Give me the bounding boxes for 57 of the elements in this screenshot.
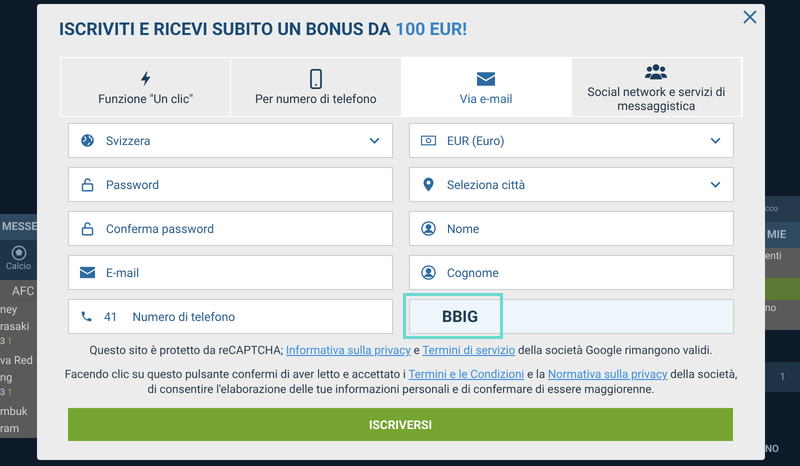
text-input[interactable]: E-mail bbox=[106, 264, 381, 282]
close-icon bbox=[741, 8, 759, 26]
info-text: enti bbox=[765, 248, 800, 278]
globe-icon bbox=[80, 133, 95, 148]
phone-input[interactable]: Numero di telefono bbox=[132, 308, 381, 326]
input-field[interactable]: Conferma password bbox=[68, 211, 393, 246]
team-name: va Red bbox=[0, 353, 37, 370]
banknote-icon bbox=[421, 133, 436, 148]
team-name: mbuk bbox=[0, 404, 37, 421]
country-code: 41 bbox=[104, 308, 118, 326]
user-icon bbox=[421, 265, 436, 280]
team-name: rasaki bbox=[0, 319, 37, 336]
text-input[interactable]: Nome bbox=[447, 220, 722, 238]
input-field[interactable]: Cognome bbox=[409, 255, 734, 290]
text-input[interactable]: Cognome bbox=[447, 264, 722, 282]
input-field[interactable]: Password bbox=[68, 167, 393, 202]
select-field[interactable]: Seleziona città bbox=[409, 167, 734, 202]
info-text: no bbox=[765, 300, 800, 330]
team-name: ng bbox=[0, 370, 37, 387]
phone-icon bbox=[80, 310, 93, 323]
input-field[interactable]: E-mail bbox=[68, 255, 393, 290]
envelope-icon bbox=[80, 265, 95, 280]
team-name: ney bbox=[0, 302, 37, 319]
select-value: Svizzera bbox=[106, 132, 152, 150]
phone-field[interactable]: 41 Numero di telefono bbox=[68, 299, 393, 334]
recaptcha-notice: Questo sito è protetto da reCAPTCHA; Informativa sulla privacy e Termini di servizio della società Google rimangono validi. bbox=[88, 343, 714, 358]
lock-icon bbox=[80, 177, 95, 192]
sport-label: Calcio bbox=[6, 261, 31, 274]
captcha-field[interactable]: BBIG bbox=[409, 299, 734, 334]
close-button[interactable] bbox=[741, 8, 759, 26]
text-input[interactable]: Conferma password bbox=[106, 220, 381, 238]
lock-icon bbox=[80, 221, 95, 236]
select-value: Seleziona città bbox=[447, 176, 526, 194]
select-field[interactable]: EUR (Euro) bbox=[409, 123, 734, 158]
signup-method-tab[interactable]: Via e-mail bbox=[402, 58, 572, 116]
deposit-bar bbox=[765, 278, 800, 300]
footer-label: NO bbox=[765, 443, 780, 457]
small-label: cco bbox=[765, 196, 800, 222]
location-pin-icon bbox=[421, 177, 436, 192]
sport-tab[interactable]: Calcio bbox=[0, 240, 37, 280]
dialog-title: ISCRIVITI E RICEVI SUBITO UN BONUS DA 100 EUR! bbox=[59, 20, 468, 40]
section-header: MESSE bbox=[0, 214, 37, 240]
select-field[interactable]: Svizzera bbox=[68, 123, 393, 158]
consent-notice: Facendo clic su questo pulsante confermi di aver letto e accettato i Termini e le Condizioni e la Normativa sulla privacy della società, di consentire l'elaborazione delle tue informazioni personali e di confermare di essere maggiorenne. bbox=[64, 367, 738, 397]
select-value: EUR (Euro) bbox=[447, 132, 506, 150]
team-name: ram bbox=[0, 421, 37, 438]
text-input[interactable]: Password bbox=[106, 176, 381, 194]
league-row: AFC bbox=[0, 280, 37, 302]
match-time: 3 1 bbox=[0, 336, 37, 353]
match-time: 3 1 bbox=[0, 387, 37, 404]
group-icon bbox=[645, 62, 668, 82]
page-number[interactable]: 1 bbox=[765, 362, 800, 392]
user-icon bbox=[421, 221, 436, 236]
input-field[interactable]: Nome bbox=[409, 211, 734, 246]
section-header: MIE bbox=[765, 222, 800, 248]
captcha-code: BBIG bbox=[442, 306, 478, 328]
ball-icon bbox=[10, 245, 26, 262]
